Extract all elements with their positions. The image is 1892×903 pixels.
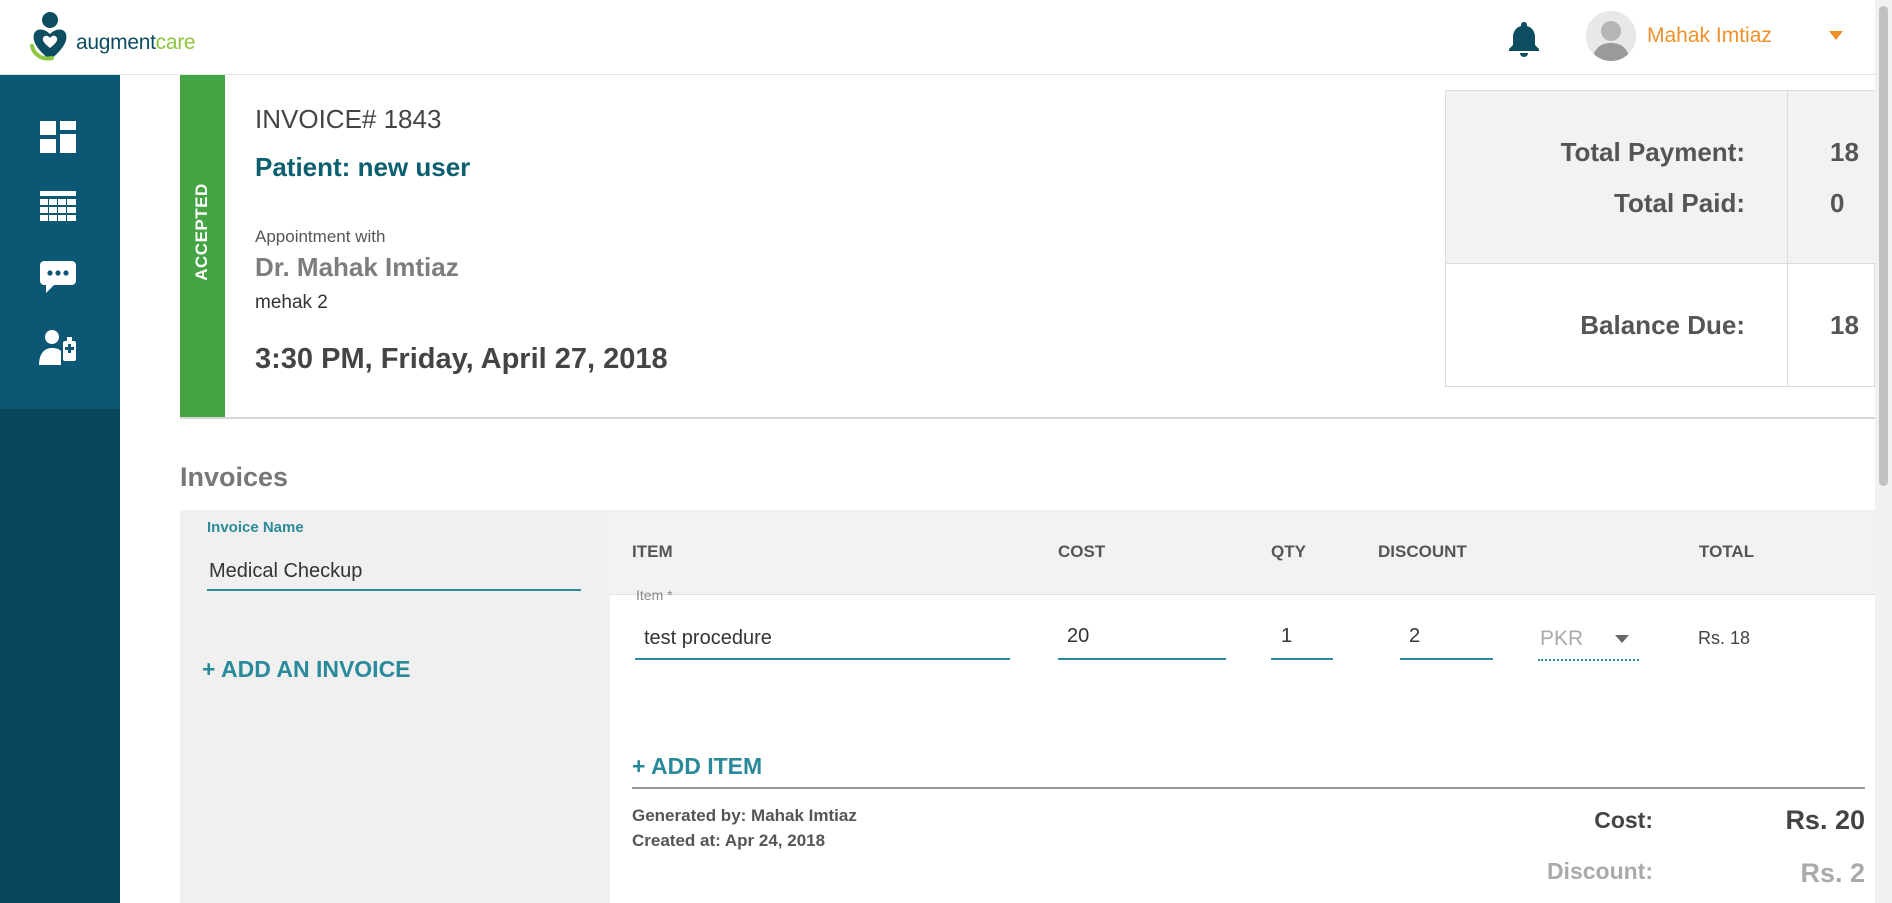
top-bar: augmentcare Mahak Imtiaz	[0, 0, 1892, 75]
chat-icon[interactable]	[38, 257, 78, 297]
generated-by: Generated by: Mahak Imtiaz	[632, 806, 857, 825]
currency-dropdown-icon[interactable]	[1615, 635, 1629, 643]
totals-panel: Total Payment: 18 Total Paid: 0 Balance …	[1445, 90, 1876, 387]
cost-summary-label: Cost:	[1594, 807, 1653, 833]
doctor-subtitle: mehak 2	[255, 292, 328, 313]
user-avatar[interactable]	[1586, 11, 1636, 61]
doctor-icon[interactable]	[38, 327, 78, 367]
logo-text-care: care	[155, 31, 196, 54]
logo-text: augmentcare	[76, 31, 196, 55]
notification-bell-icon[interactable]	[1504, 18, 1544, 58]
item-name-underline	[635, 658, 1010, 660]
header-divider	[180, 417, 1875, 419]
discount-summary-value: Rs. 2	[1800, 858, 1865, 888]
totals-top-section	[1446, 91, 1876, 264]
add-item-button[interactable]: + ADD ITEM	[632, 753, 762, 780]
sidebar-nav	[0, 75, 120, 409]
calendar-icon[interactable]	[38, 187, 78, 227]
qty-input[interactable]	[1277, 620, 1332, 652]
column-header-cost: COST	[1058, 542, 1106, 561]
discount-summary-label: Discount:	[1546, 858, 1653, 884]
total-payment-label: Total Payment:	[1560, 137, 1745, 167]
status-badge: ACCEPTED	[192, 183, 211, 281]
column-header-item: ITEM	[632, 542, 673, 561]
column-header-discount: DISCOUNT	[1378, 542, 1467, 561]
page-scrollbar[interactable]	[1875, 0, 1892, 903]
dashboard-icon[interactable]	[38, 117, 78, 157]
cost-summary-value: Rs. 20	[1785, 805, 1865, 835]
augmentcare-logo[interactable]: augmentcare	[28, 10, 196, 62]
total-paid-value: 0	[1830, 188, 1845, 218]
balance-due-value: 18	[1830, 310, 1859, 340]
logo-text-augment: augment	[76, 31, 156, 54]
item-name-input[interactable]	[640, 622, 1008, 654]
user-avatar-icon	[1586, 11, 1636, 61]
totals-divider	[1787, 91, 1788, 386]
sidebar	[0, 75, 120, 903]
item-field-label: Item *	[636, 587, 673, 603]
total-payment-value: 18	[1830, 137, 1859, 167]
invoice-name-input[interactable]	[207, 553, 581, 591]
doctor-name: Dr. Mahak Imtiaz	[255, 252, 459, 282]
invoices-section-title: Invoices	[180, 462, 289, 492]
summary-divider	[632, 787, 1865, 789]
cost-underline	[1058, 658, 1226, 660]
total-paid-label: Total Paid:	[1614, 188, 1745, 218]
currency-select[interactable]: PKR	[1540, 627, 1583, 651]
balance-due-label: Balance Due:	[1580, 310, 1745, 340]
row-total: Rs. 18	[1698, 628, 1751, 648]
qty-underline	[1271, 658, 1333, 660]
invoice-number: INVOICE# 1843	[255, 104, 442, 134]
add-invoice-button[interactable]: + ADD AN INVOICE	[202, 656, 411, 683]
scrollbar-thumb[interactable]	[1879, 6, 1888, 486]
invoice-name-label: Invoice Name	[207, 519, 304, 536]
items-table-header	[610, 510, 1875, 595]
logo-icon	[30, 12, 67, 61]
discount-input[interactable]	[1405, 620, 1490, 652]
user-name[interactable]: Mahak Imtiaz	[1647, 24, 1772, 48]
patient-name[interactable]: Patient: new user	[255, 152, 470, 183]
currency-underline	[1538, 659, 1639, 661]
column-header-qty: QTY	[1271, 542, 1306, 561]
created-at: Created at: Apr 24, 2018	[632, 831, 826, 850]
appointment-with-label: Appointment with	[255, 227, 386, 246]
appointment-time: 3:30 PM, Friday, April 27, 2018	[255, 343, 668, 375]
cost-input[interactable]	[1063, 620, 1223, 652]
user-menu-caret-icon[interactable]	[1829, 31, 1843, 40]
column-header-total: TOTAL	[1699, 542, 1755, 561]
discount-underline	[1400, 658, 1493, 660]
